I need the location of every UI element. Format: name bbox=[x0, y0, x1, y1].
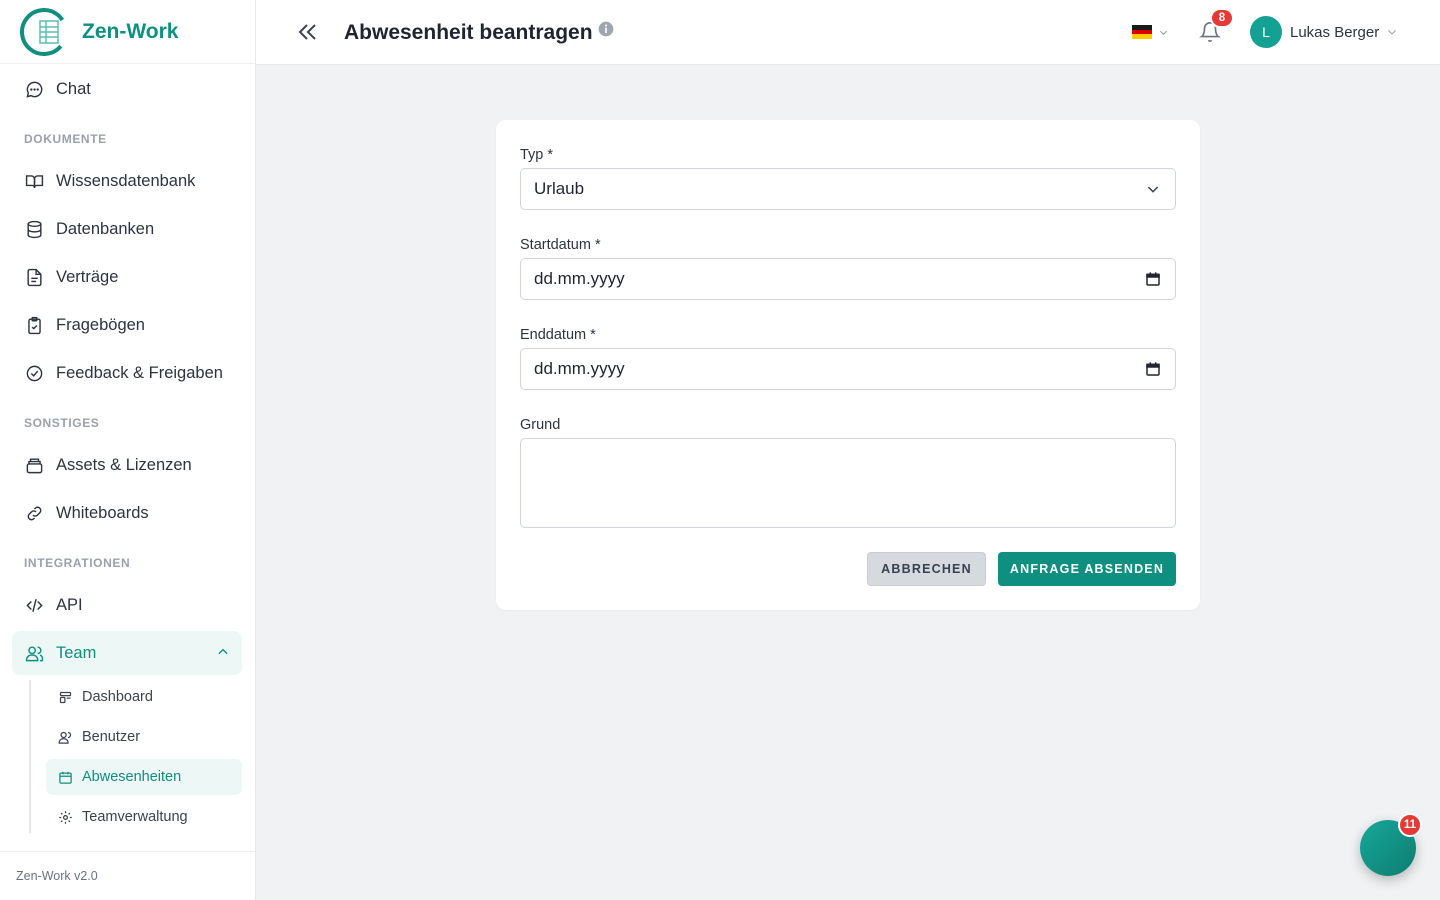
calendar-icon[interactable] bbox=[1145, 271, 1161, 287]
sidebar-subitem-label: Abwesenheiten bbox=[82, 769, 182, 785]
code-icon bbox=[24, 595, 44, 615]
section-label-misc: SONSTIGES bbox=[24, 416, 100, 430]
start-date-label: Startdatum * bbox=[520, 237, 601, 253]
section-label-integrations: INTEGRATIONEN bbox=[24, 556, 131, 570]
users-icon bbox=[24, 643, 44, 663]
sidebar-item-questionnaires[interactable]: Fragebögen bbox=[12, 303, 242, 347]
calendar-icon[interactable] bbox=[1145, 361, 1161, 377]
users-icon bbox=[58, 729, 74, 745]
sidebar-item-label: Chat bbox=[56, 79, 91, 98]
sidebar-subitem-label: Benutzer bbox=[82, 729, 141, 745]
document-icon bbox=[24, 267, 44, 287]
gear-icon bbox=[58, 809, 74, 825]
end-date-placeholder: dd.mm.yyyy bbox=[534, 359, 625, 378]
reason-textarea[interactable] bbox=[520, 438, 1176, 528]
zen-work-logo-icon bbox=[20, 7, 68, 56]
link-icon bbox=[24, 503, 44, 523]
sidebar-subitem-users[interactable]: Benutzer bbox=[46, 719, 242, 755]
collapse-sidebar-icon[interactable] bbox=[296, 20, 320, 44]
absence-request-form: Typ * Urlaub Startdatum * dd.mm.yyyy End… bbox=[496, 120, 1200, 610]
sidebar-subitem-label: Teamverwaltung bbox=[82, 809, 188, 825]
page-title: Abwesenheit beantragen bbox=[344, 21, 593, 44]
type-select[interactable]: Urlaub bbox=[520, 168, 1176, 210]
sidebar-item-whiteboards[interactable]: Whiteboards bbox=[12, 491, 242, 535]
sidebar-subitem-absences[interactable]: Abwesenheiten bbox=[46, 759, 242, 795]
sidebar-subitem-dashboard[interactable]: Dashboard bbox=[46, 679, 242, 715]
start-date-placeholder: dd.mm.yyyy bbox=[534, 269, 625, 288]
sidebar-item-label: Team bbox=[56, 643, 97, 662]
chevron-down-icon bbox=[1147, 186, 1159, 193]
sidebar-item-label: Feedback & Freigaben bbox=[56, 363, 223, 382]
sidebar-item-knowledge-base[interactable]: Wissensdatenbank bbox=[12, 159, 242, 203]
sidebar-item-team[interactable]: Team bbox=[12, 631, 242, 675]
chevron-down-icon[interactable] bbox=[1158, 27, 1169, 38]
start-date-input[interactable]: dd.mm.yyyy bbox=[520, 258, 1176, 300]
submit-request-button[interactable]: ANFRAGE ABSENDEN bbox=[998, 552, 1176, 586]
notification-badge: 8 bbox=[1210, 8, 1234, 28]
clipboard-check-icon bbox=[24, 315, 44, 335]
database-icon bbox=[24, 219, 44, 239]
cancel-button[interactable]: ABBRECHEN bbox=[867, 552, 986, 586]
sidebar-item-chat[interactable]: Chat bbox=[12, 67, 242, 111]
logo[interactable]: Zen-Work bbox=[0, 0, 255, 64]
type-select-value: Urlaub bbox=[534, 179, 585, 198]
type-label: Typ * bbox=[520, 147, 554, 163]
sidebar-item-label: Assets & Lizenzen bbox=[56, 455, 192, 474]
info-icon[interactable] bbox=[598, 21, 614, 37]
end-date-input[interactable]: dd.mm.yyyy bbox=[520, 348, 1176, 390]
sidebar-item-label: Whiteboards bbox=[56, 503, 149, 522]
sidebar: Zen-Work Chat DOKUMENTE Wissensdatenbank… bbox=[0, 0, 256, 900]
avatar[interactable]: L bbox=[1250, 16, 1282, 48]
sidebar-item-api[interactable]: API bbox=[12, 583, 242, 627]
sidebar-item-label: Fragebögen bbox=[56, 315, 145, 334]
sidebar-item-databases[interactable]: Datenbanken bbox=[12, 207, 242, 251]
section-label-documents: DOKUMENTE bbox=[24, 132, 107, 146]
end-date-label: Enddatum * bbox=[520, 327, 596, 343]
app-name: Zen-Work bbox=[82, 19, 179, 43]
sidebar-item-label: Verträge bbox=[56, 267, 119, 286]
sidebar-item-label: Wissensdatenbank bbox=[56, 171, 196, 190]
book-open-icon bbox=[24, 171, 44, 191]
chevron-down-icon[interactable] bbox=[1386, 26, 1398, 38]
user-name[interactable]: Lukas Berger bbox=[1290, 24, 1379, 41]
sidebar-item-feedback[interactable]: Feedback & Freigaben bbox=[12, 351, 242, 395]
submenu-line bbox=[29, 680, 31, 833]
layout-icon bbox=[58, 689, 74, 705]
sidebar-item-label: Datenbanken bbox=[56, 219, 155, 238]
sidebar-subitem-label: Dashboard bbox=[82, 689, 153, 705]
sidebar-item-contracts[interactable]: Verträge bbox=[12, 255, 242, 299]
chat-bubble-icon bbox=[24, 79, 44, 99]
check-circle-icon bbox=[24, 363, 44, 383]
calendar-icon bbox=[58, 769, 74, 785]
chat-badge: 11 bbox=[1398, 813, 1422, 837]
app-version: Zen-Work v2.0 bbox=[0, 851, 256, 900]
top-header: Abwesenheit beantragen 8 L Lukas Berger bbox=[256, 0, 1440, 65]
sidebar-item-label: API bbox=[56, 595, 83, 614]
reason-label: Grund bbox=[520, 417, 561, 433]
sidebar-subitem-team-admin[interactable]: Teamverwaltung bbox=[46, 799, 242, 835]
stack-icon bbox=[24, 455, 44, 475]
sidebar-item-assets[interactable]: Assets & Lizenzen bbox=[12, 443, 242, 487]
language-flag-icon[interactable] bbox=[1132, 25, 1152, 39]
chevron-up-icon[interactable] bbox=[216, 645, 230, 659]
